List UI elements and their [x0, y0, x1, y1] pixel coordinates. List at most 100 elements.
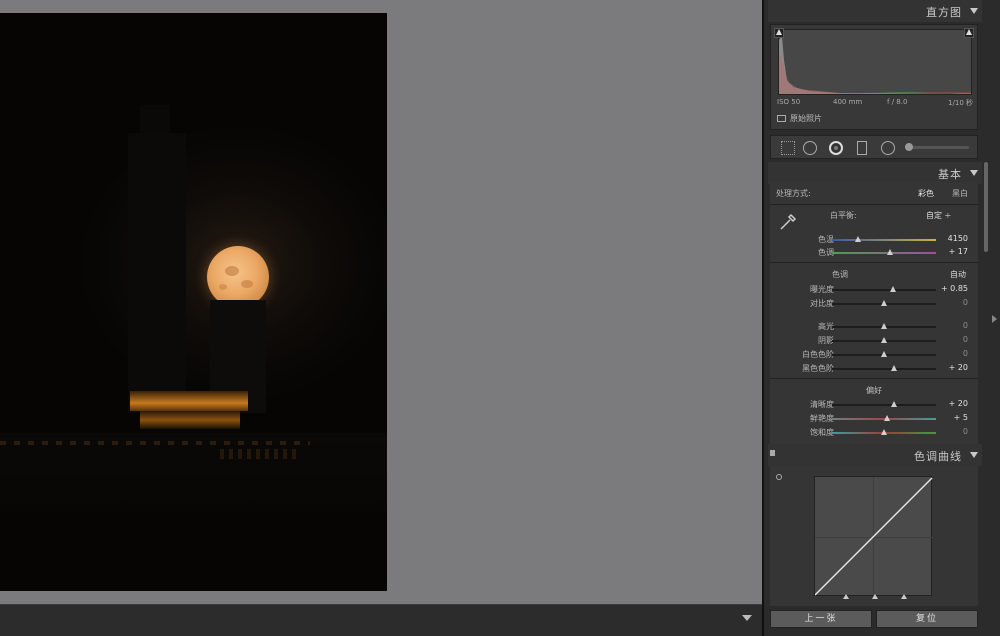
slider-track[interactable]: [832, 401, 936, 407]
basic-panel: 处理方式: 彩色 黑白 白平衡: 自定 ÷ 色温4150色调+ 17 色调: [770, 182, 978, 444]
slider-track[interactable]: [832, 351, 936, 357]
curve-target-icon[interactable]: [776, 474, 782, 480]
checkbox-icon[interactable]: [777, 115, 786, 122]
tone-curve-header[interactable]: 色调曲线: [768, 444, 982, 466]
highlight-clipping-icon[interactable]: [964, 28, 974, 38]
curve-highlights-knob[interactable]: [901, 594, 907, 599]
lit-hall-lower: [140, 411, 240, 429]
slider-knob[interactable]: [891, 365, 898, 371]
radial-filter-icon[interactable]: [881, 141, 895, 155]
original-photo-toggle[interactable]: 原始照片: [777, 113, 822, 124]
treatment-row: 处理方式: 彩色 黑白: [770, 188, 978, 200]
curve-shadows-knob[interactable]: [843, 594, 849, 599]
basic-title: 基本: [938, 168, 962, 181]
lightroom-develop-window: 直方图 ISO 50 400 mm f / 8.0 1/10 秒 原始照片 基本…: [0, 0, 1000, 636]
slider-knob[interactable]: [881, 323, 887, 329]
collapse-triangle-icon: [970, 8, 978, 14]
slider-track[interactable]: [832, 249, 936, 255]
slider-label: 曝光度: [810, 285, 834, 294]
slider-label: 黑色色阶: [802, 364, 834, 373]
panel-scrollbar[interactable]: [982, 0, 1000, 636]
develop-right-panel: 直方图 ISO 50 400 mm f / 8.0 1/10 秒 原始照片 基本…: [762, 0, 1000, 636]
slider-row: 白色色阶 0: [770, 349, 978, 361]
slider-track[interactable]: [832, 286, 936, 292]
shadow-clipping-icon[interactable]: [774, 28, 784, 38]
reset-button[interactable]: 复位: [876, 610, 978, 628]
collapse-triangle-icon: [970, 452, 978, 458]
slider-row: 曝光度 + 0.85: [770, 284, 978, 296]
slider-value[interactable]: + 17: [949, 247, 968, 256]
treatment-label: 处理方式:: [776, 189, 811, 198]
exif-shutter: 1/10 秒: [948, 99, 973, 107]
treatment-bw-button[interactable]: 黑白: [952, 188, 968, 199]
slider-knob[interactable]: [891, 401, 898, 407]
image-canvas[interactable]: [0, 0, 762, 604]
slider-row: 高光 0: [770, 321, 978, 333]
previous-button[interactable]: 上一张: [770, 610, 872, 628]
crop-grid-icon[interactable]: [781, 141, 795, 155]
slider-value[interactable]: 0: [963, 298, 968, 307]
slider-knob[interactable]: [881, 337, 887, 343]
slider-knob[interactable]: [881, 300, 887, 306]
slider-track[interactable]: [832, 337, 936, 343]
slider-label: 对比度: [810, 299, 834, 308]
tool-strip: [770, 135, 978, 159]
slider-value[interactable]: 0: [963, 427, 968, 436]
histogram-header[interactable]: 直方图: [768, 0, 982, 22]
slider-value[interactable]: + 20: [949, 363, 968, 372]
slider-knob[interactable]: [881, 429, 887, 435]
slider-row: 阴影 0: [770, 335, 978, 347]
slider-knob[interactable]: [887, 249, 894, 255]
histogram-graph: [778, 29, 972, 95]
slider-track[interactable]: [832, 300, 936, 306]
city-lights: [0, 441, 310, 445]
slider-track[interactable]: [832, 429, 936, 435]
slider-value[interactable]: 0: [963, 349, 968, 358]
tone-auto-button[interactable]: 自动: [950, 269, 966, 280]
slider-value[interactable]: + 20: [949, 399, 968, 408]
histogram-panel: ISO 50 400 mm f / 8.0 1/10 秒 原始照片: [770, 24, 978, 130]
treatment-color-button[interactable]: 彩色: [918, 188, 934, 199]
graduated-filter-icon[interactable]: [857, 141, 867, 155]
slider-track[interactable]: [832, 365, 936, 371]
tone-title: 色调: [832, 270, 848, 279]
adjustment-brush-icon[interactable]: [905, 143, 969, 151]
slider-value[interactable]: 4150: [948, 234, 968, 243]
tone-curve-panel: [770, 466, 978, 606]
histogram-title: 直方图: [926, 6, 962, 19]
exif-focal-length: 400 mm: [833, 98, 863, 106]
slider-value[interactable]: 0: [963, 321, 968, 330]
red-eye-icon[interactable]: [829, 141, 843, 155]
exif-aperture: f / 8.0: [887, 98, 908, 106]
slider-knob[interactable]: [890, 286, 897, 292]
slider-knob[interactable]: [855, 236, 861, 242]
panel-collapse-arrow-icon[interactable]: [992, 315, 997, 323]
slider-row: 鲜艳度 + 5: [770, 413, 978, 425]
slider-label: 白色色阶: [802, 350, 834, 359]
slider-track[interactable]: [832, 236, 936, 242]
original-photo-label: 原始照片: [790, 114, 822, 123]
slider-knob[interactable]: [884, 415, 891, 421]
slider-value[interactable]: + 5: [954, 413, 968, 422]
slider-track[interactable]: [832, 323, 936, 329]
full-moon: [207, 246, 269, 308]
lit-hall: [130, 391, 248, 411]
slider-knob[interactable]: [881, 351, 887, 357]
collapse-triangle-icon: [970, 170, 978, 176]
scrollbar-thumb[interactable]: [984, 162, 988, 252]
white-balance-select[interactable]: 自定 ÷: [926, 210, 951, 221]
basic-header[interactable]: 基本: [768, 162, 982, 184]
tone-curve-title: 色调曲线: [914, 450, 962, 463]
slider-label: 清晰度: [810, 400, 834, 409]
slider-row: 黑色色阶 + 20: [770, 363, 978, 375]
target-adjust-icon[interactable]: [770, 450, 775, 456]
chevron-down-icon[interactable]: [742, 615, 752, 621]
tone-curve-graph[interactable]: [814, 476, 933, 597]
presence-title: 偏好: [866, 386, 882, 395]
curve-midtones-knob[interactable]: [872, 594, 878, 599]
spot-removal-icon[interactable]: [803, 141, 817, 155]
slider-value[interactable]: 0: [963, 335, 968, 344]
slider-track[interactable]: [832, 415, 936, 421]
photo-preview[interactable]: [0, 13, 387, 591]
slider-value[interactable]: + 0.85: [941, 284, 968, 293]
